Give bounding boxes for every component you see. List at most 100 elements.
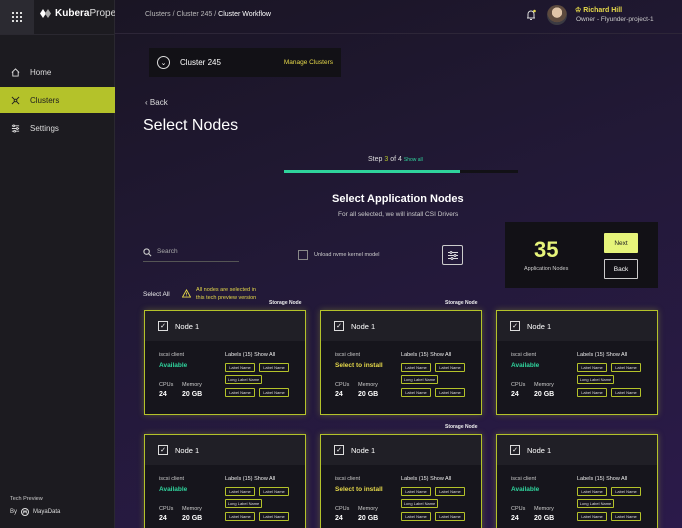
memory-label: Memory: [534, 506, 554, 512]
label-chip: Long Label Name: [577, 499, 614, 508]
selected-count-label: Application Nodes: [524, 266, 569, 272]
unload-kernel-checkbox[interactable]: [298, 250, 308, 260]
labels-header: Labels (15) Show All: [577, 476, 627, 482]
label-chip: Label Name: [611, 363, 641, 372]
home-icon: [11, 67, 20, 77]
iscsi-label: iscsi client: [335, 352, 361, 358]
label-chip: Label Name: [611, 512, 641, 521]
sidebar: KuberaPropel Home Clusters Settings Tech…: [0, 0, 118, 528]
labels-header: Labels (15) Show All: [225, 476, 275, 482]
node-card[interactable]: ✓ Node 1 iscsi client Available Labels (15) …: [496, 434, 658, 528]
section-title: Select Application Nodes: [332, 193, 464, 205]
chevron-down-icon[interactable]: ⌄: [157, 56, 170, 69]
node-name: Node 1: [351, 445, 376, 455]
node-card[interactable]: ✓ Node 1 iscsi client Available Labels (15) …: [144, 310, 306, 415]
mayadata-brand: By MayaData: [10, 508, 60, 516]
sidebar-item-home[interactable]: Home: [0, 59, 115, 85]
settings-icon: [11, 123, 20, 133]
label-chip: Long Label Name: [225, 375, 262, 384]
breadcrumb-clusters[interactable]: Clusters: [145, 11, 171, 18]
label-chip: Long Label Name: [401, 375, 438, 384]
labels-show-all-link[interactable]: Show All: [254, 476, 275, 482]
node-checkbox[interactable]: ✓: [334, 321, 344, 331]
node-card[interactable]: ✓ Node 1 iscsi client Select to install Labe…: [320, 310, 482, 415]
label-chip: Label Name: [259, 363, 289, 372]
label-chip: Long Label Name: [401, 499, 438, 508]
step-prefix: Step: [368, 156, 383, 163]
iscsi-status: Available: [511, 362, 540, 369]
label-chip: Label Name: [577, 388, 607, 397]
iscsi-label: iscsi client: [511, 476, 537, 482]
iscsi-label: iscsi client: [335, 476, 361, 482]
main-content: Clusters / Cluster 245 / Cluster Workflo…: [115, 0, 682, 528]
step-current: 3: [384, 156, 389, 163]
back-label: Back: [149, 98, 168, 107]
label-chip: Label Name: [577, 512, 607, 521]
storage-node-label: Storage Node: [445, 300, 478, 306]
label-chip: Label Name: [577, 487, 607, 496]
manage-clusters-link[interactable]: Manage Clusters: [284, 59, 333, 66]
labels-show-all-link[interactable]: Show All: [254, 352, 275, 358]
top-bar: Clusters / Cluster 245 / Cluster Workflo…: [115, 0, 682, 34]
iscsi-status: Select to install: [335, 362, 383, 369]
node-checkbox[interactable]: ✓: [510, 321, 520, 331]
iscsi-label: iscsi client: [511, 352, 537, 358]
label-chip: Long Label Name: [577, 375, 614, 384]
storage-node-label: Storage Node: [269, 300, 302, 306]
check-icon: ✓: [336, 446, 342, 454]
label-chip: Label Name: [435, 363, 465, 372]
avatar[interactable]: [547, 5, 567, 25]
app-logo[interactable]: KuberaPropel: [40, 8, 118, 19]
node-card[interactable]: ✓ Node 1 iscsi client Available Labels (15) …: [144, 434, 306, 528]
back-button[interactable]: Back: [604, 259, 638, 279]
memory-label: Memory: [182, 506, 202, 512]
search-input[interactable]: Search: [143, 246, 239, 262]
breadcrumb-cluster[interactable]: Cluster 245: [177, 11, 213, 18]
cpus-label: CPUs: [159, 506, 174, 512]
node-card-header: ✓ Node 1: [497, 435, 657, 465]
labels-show-all-link[interactable]: Show All: [606, 352, 627, 358]
node-card[interactable]: ✓ Node 1 iscsi client Available Labels (15) …: [496, 310, 658, 415]
label-chip: Label Name: [259, 388, 289, 397]
select-all-link[interactable]: Select All: [143, 291, 170, 298]
crown-icon: ♔: [575, 7, 582, 14]
notification-bell-icon[interactable]: [526, 9, 536, 21]
labels-count: Labels (15): [401, 352, 429, 358]
sidebar-item-label: Home: [30, 67, 52, 77]
filter-icon: [447, 250, 458, 260]
label-chip: Label Name: [225, 487, 255, 496]
labels-show-all-link[interactable]: Show All: [430, 476, 451, 482]
node-checkbox[interactable]: ✓: [510, 445, 520, 455]
labels-count: Labels (15): [401, 476, 429, 482]
sidebar-item-clusters[interactable]: Clusters: [0, 87, 115, 113]
node-checkbox[interactable]: ✓: [158, 321, 168, 331]
tech-preview-label: Tech Preview: [10, 496, 43, 502]
next-button[interactable]: Next: [604, 233, 638, 253]
app-grid-button[interactable]: [0, 0, 34, 34]
filter-button[interactable]: [442, 245, 463, 265]
memory-label: Memory: [358, 506, 378, 512]
iscsi-status: Available: [511, 486, 540, 493]
show-all-steps-link[interactable]: Show all: [404, 157, 423, 163]
check-icon: ✓: [160, 322, 166, 330]
node-card-header: ✓ Node 1: [497, 311, 657, 341]
user-name[interactable]: ♔ Richard Hill: [575, 6, 622, 14]
node-checkbox[interactable]: ✓: [334, 445, 344, 455]
check-icon: ✓: [512, 446, 518, 454]
back-link[interactable]: ‹ Back: [145, 98, 168, 107]
cpus-value: 24: [511, 515, 519, 522]
node-name: Node 1: [527, 445, 552, 455]
labels-show-all-link[interactable]: Show All: [430, 352, 451, 358]
label-chip: Label Name: [435, 388, 465, 397]
mayadata-logo-icon: [21, 508, 30, 516]
labels-count: Labels (15): [577, 352, 605, 358]
cluster-selector[interactable]: ⌄ Cluster 245 Manage Clusters: [149, 48, 341, 77]
sidebar-item-settings[interactable]: Settings: [0, 115, 115, 141]
step-progress-bar: [284, 170, 518, 173]
labels-show-all-link[interactable]: Show All: [606, 476, 627, 482]
node-checkbox[interactable]: ✓: [158, 445, 168, 455]
node-card[interactable]: ✓ Node 1 iscsi client Select to install Labe…: [320, 434, 482, 528]
labels-header: Labels (15) Show All: [225, 352, 275, 358]
label-chip: Label Name: [611, 487, 641, 496]
cpus-value: 24: [159, 515, 167, 522]
